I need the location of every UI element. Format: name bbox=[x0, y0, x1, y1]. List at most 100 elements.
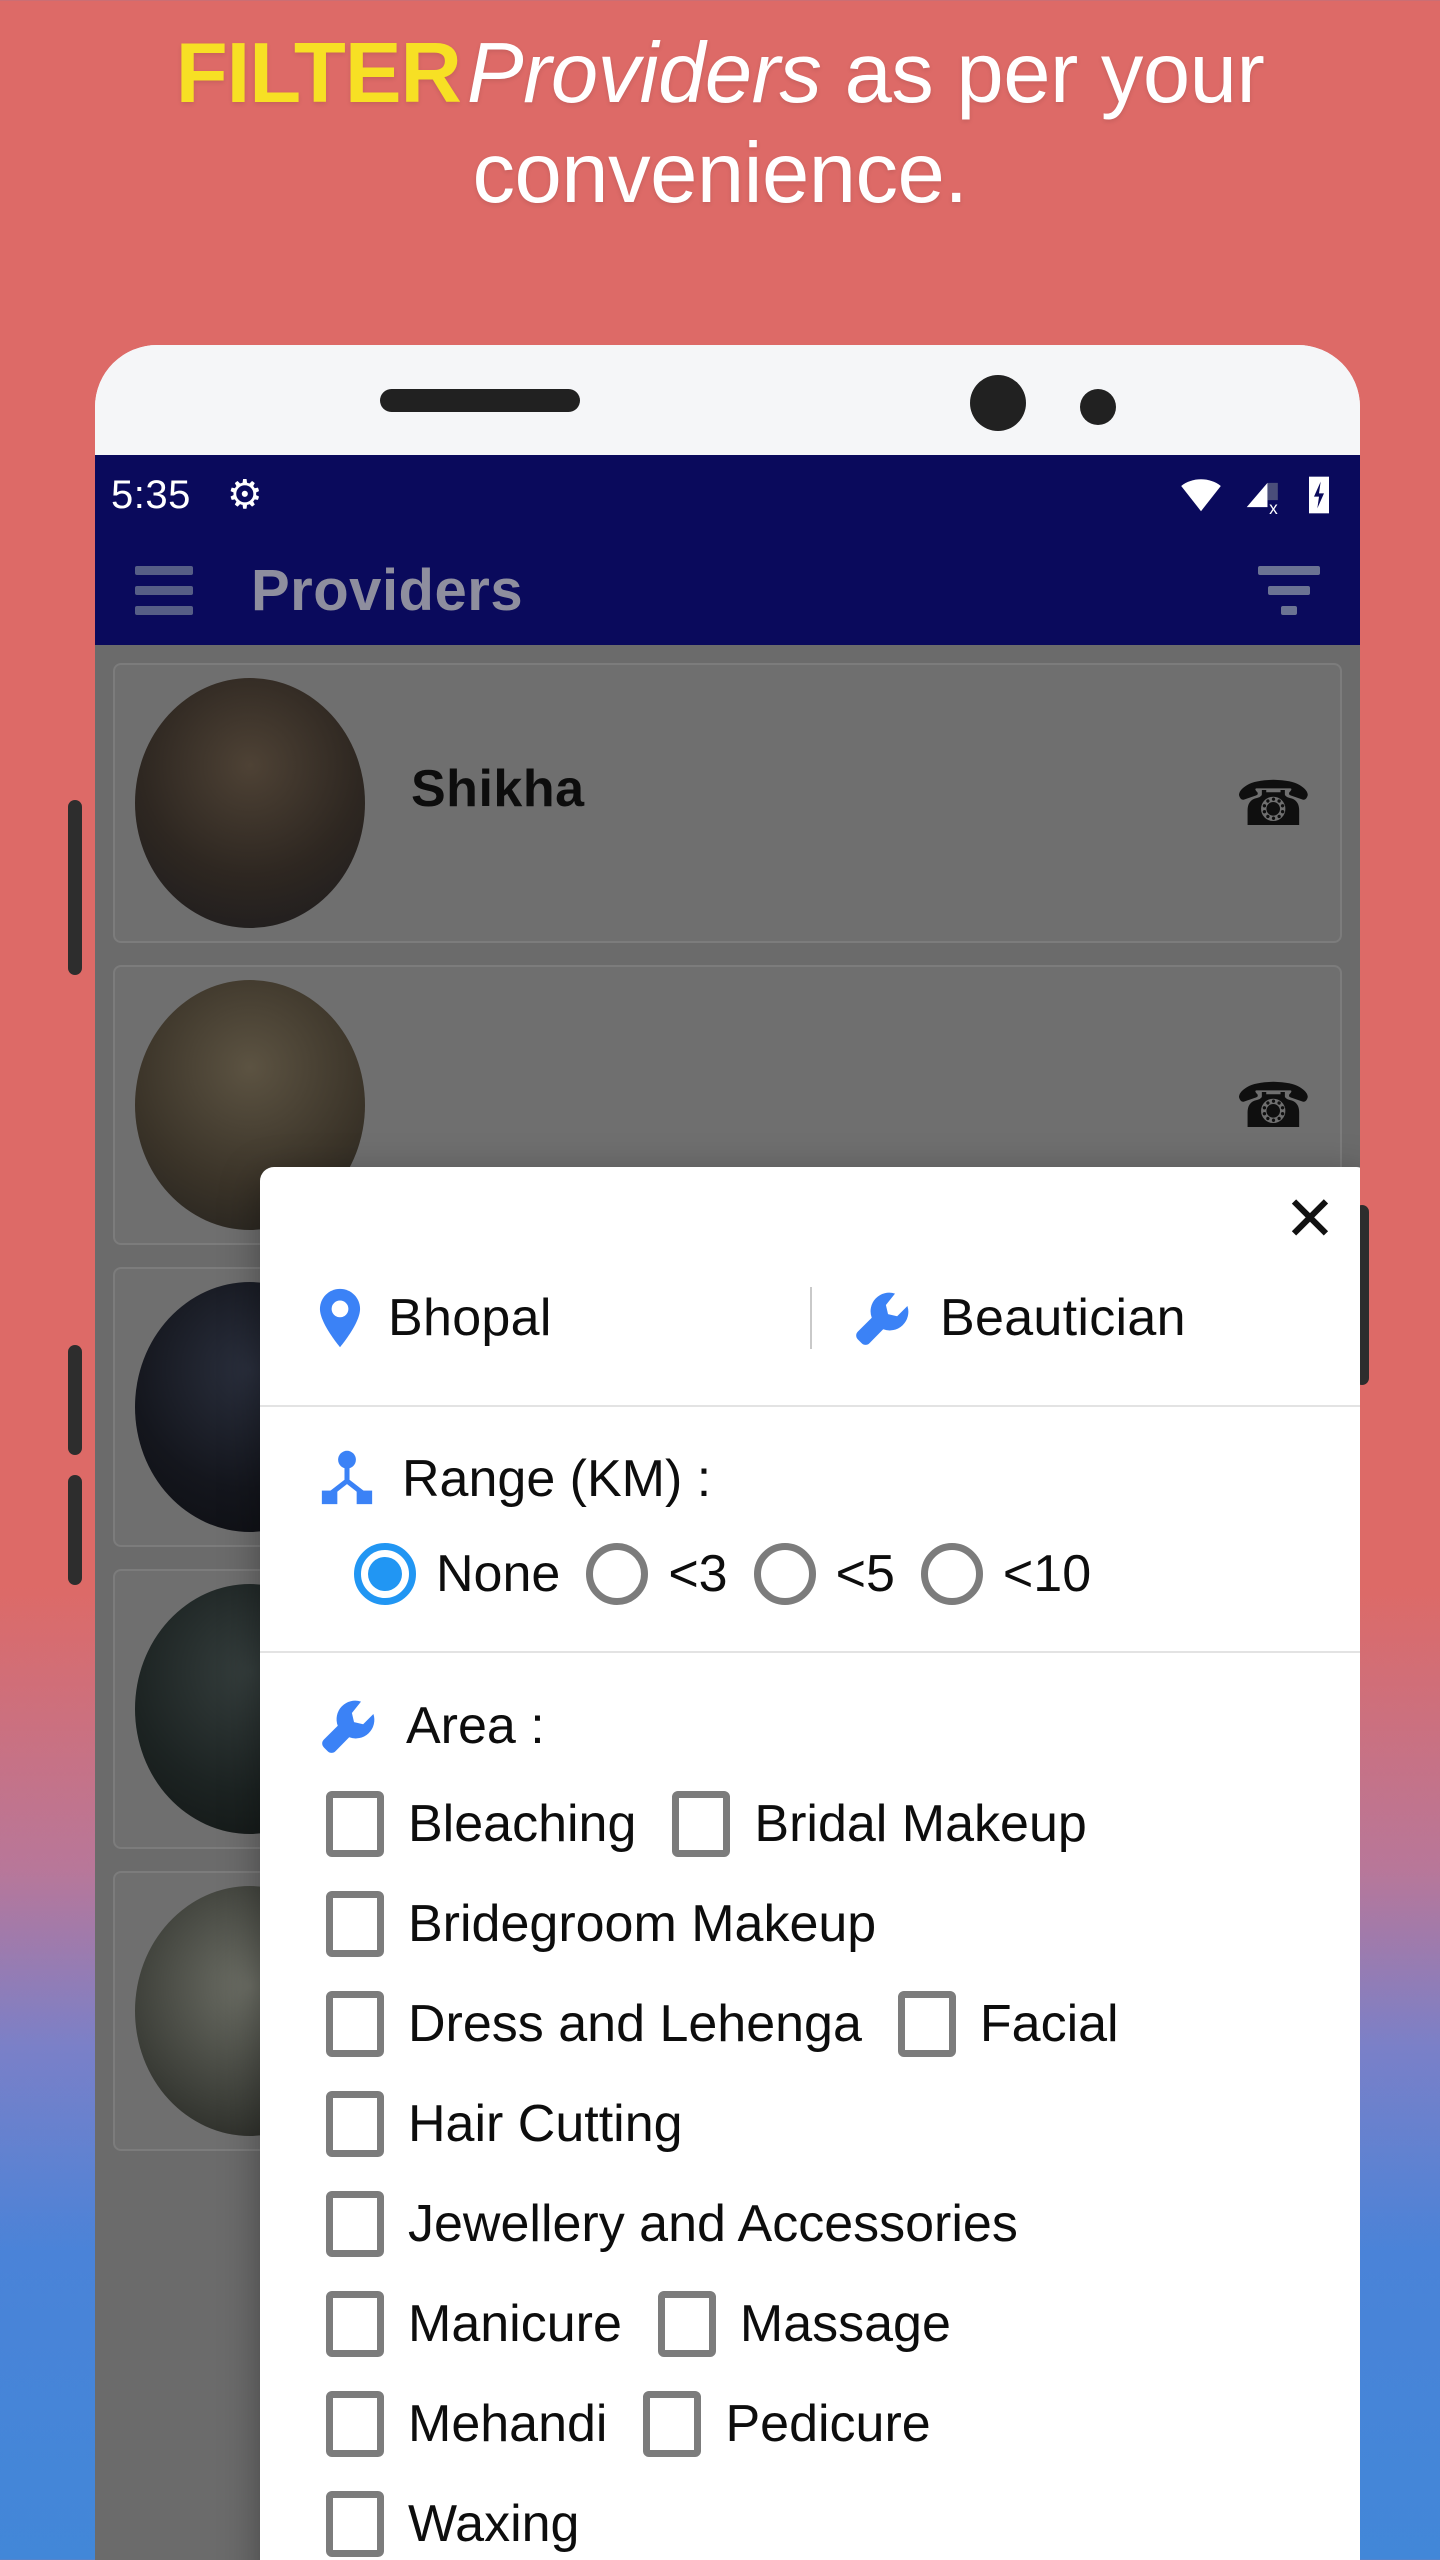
checkbox-row: Bridegroom Makeup bbox=[326, 1891, 1312, 1957]
checkbox-item-jewellery-and-accessories[interactable]: Jewellery and Accessories bbox=[326, 2191, 1018, 2257]
location-value: Bhopal bbox=[388, 1289, 552, 1347]
headline-emphasis: Providers bbox=[466, 26, 822, 121]
wrench-icon bbox=[856, 1292, 909, 1345]
phone-speaker bbox=[380, 389, 580, 412]
checkbox-item-bridegroom-makeup[interactable]: Bridegroom Makeup bbox=[326, 1891, 876, 1957]
range-title-row: Range (KM) : bbox=[318, 1449, 1312, 1509]
radio-label-lt10: <10 bbox=[1002, 1545, 1092, 1603]
category-field[interactable]: Beautician bbox=[810, 1287, 1360, 1349]
phone-side-button-3 bbox=[68, 1475, 82, 1585]
filter-icon[interactable] bbox=[1258, 565, 1320, 615]
page-headline: FILTERProviders as per your convenience. bbox=[0, 24, 1440, 225]
call-icon[interactable]: ☎ bbox=[1235, 1069, 1312, 1142]
checkbox-label: Manicure bbox=[408, 2295, 622, 2353]
area-title: Area : bbox=[406, 1697, 545, 1755]
checkbox-row: Dress and Lehenga Facial bbox=[326, 1991, 1312, 2057]
checkbox-label: Jewellery and Accessories bbox=[408, 2195, 1018, 2253]
area-section: Area : Bleaching Bridal Makeup Bridegroo… bbox=[260, 1653, 1360, 2560]
signal-no-sim-icon: x bbox=[1246, 482, 1278, 514]
radio-label-lt5: <5 bbox=[835, 1545, 895, 1603]
headline-keyword: FILTER bbox=[175, 26, 462, 121]
radio-none[interactable] bbox=[354, 1543, 416, 1605]
checkbox-row: Hair Cutting bbox=[326, 2091, 1312, 2157]
checkbox-icon[interactable] bbox=[326, 2091, 384, 2157]
status-bar-indicators: x bbox=[1178, 475, 1334, 515]
front-sensor-icon bbox=[1080, 389, 1116, 425]
provider-name: Shikha bbox=[411, 760, 585, 818]
headline-rest: as per your bbox=[821, 26, 1265, 121]
wifi-icon bbox=[1181, 479, 1221, 512]
checkbox-item-pedicure[interactable]: Pedicure bbox=[643, 2391, 931, 2457]
checkbox-icon[interactable] bbox=[657, 2291, 716, 2357]
checkbox-label: Bridal Makeup bbox=[754, 1795, 1087, 1853]
checkbox-item-hair-cutting[interactable]: Hair Cutting bbox=[326, 2091, 683, 2157]
wrench-icon bbox=[322, 1700, 375, 1753]
checkbox-label: Dress and Lehenga bbox=[408, 1995, 862, 2053]
checkbox-label: Facial bbox=[979, 1995, 1119, 2053]
checkbox-row: Jewellery and Accessories bbox=[326, 2191, 1312, 2257]
checkbox-icon[interactable] bbox=[672, 1791, 731, 1857]
checkbox-item-bridal-makeup[interactable]: Bridal Makeup bbox=[672, 1791, 1087, 1857]
status-bar: 5:35 ⚙ x bbox=[95, 455, 1360, 535]
checkbox-icon[interactable] bbox=[326, 2191, 384, 2257]
checkbox-icon[interactable] bbox=[326, 2391, 384, 2457]
checkbox-item-manicure[interactable]: Manicure bbox=[326, 2291, 622, 2357]
area-checkbox-list: Bleaching Bridal Makeup Bridegroom Makeu… bbox=[318, 1791, 1312, 2557]
location-pin-icon bbox=[319, 1288, 361, 1348]
close-icon[interactable]: ✕ bbox=[1284, 1189, 1336, 1251]
range-title: Range (KM) : bbox=[402, 1450, 712, 1508]
checkbox-row: Bleaching Bridal Makeup bbox=[326, 1791, 1312, 1857]
hamburger-menu-icon[interactable] bbox=[135, 565, 193, 615]
checkbox-label: Bleaching bbox=[408, 1795, 637, 1853]
filter-dialog: ✕ Bhopal Beautician Range (KM): None <3… bbox=[260, 1167, 1360, 2560]
svg-text:x: x bbox=[1269, 498, 1278, 514]
checkbox-item-bleaching[interactable]: Bleaching bbox=[326, 1791, 636, 1857]
checkbox-label: Pedicure bbox=[725, 2395, 931, 2453]
checkbox-item-mehandi[interactable]: Mehandi bbox=[326, 2391, 607, 2457]
radio-lt5[interactable] bbox=[753, 1543, 816, 1605]
area-title-row: Area : bbox=[318, 1695, 1312, 1757]
checkbox-item-facial[interactable]: Facial bbox=[897, 1991, 1119, 2057]
phone-volume-button bbox=[68, 800, 82, 975]
radio-label-lt3: <3 bbox=[668, 1545, 728, 1603]
radio-label-none: None bbox=[436, 1545, 561, 1603]
checkbox-icon[interactable] bbox=[326, 1891, 384, 1957]
checkbox-row: Mehandi Pedicure bbox=[326, 2391, 1312, 2457]
page-title: Providers bbox=[251, 557, 524, 623]
checkbox-icon[interactable] bbox=[326, 2291, 384, 2357]
checkbox-label: Hair Cutting bbox=[408, 2095, 683, 2153]
gear-icon: ⚙ bbox=[226, 473, 263, 517]
checkbox-label: Massage bbox=[739, 2295, 951, 2353]
headline-line2: convenience. bbox=[472, 126, 968, 222]
checkbox-row: Manicure Massage bbox=[326, 2291, 1312, 2357]
call-icon[interactable]: ☎ bbox=[1235, 767, 1312, 840]
checkbox-item-massage[interactable]: Massage bbox=[657, 2291, 951, 2357]
avatar bbox=[135, 678, 365, 928]
checkbox-icon[interactable] bbox=[643, 2391, 702, 2457]
checkbox-icon[interactable] bbox=[326, 1991, 384, 2057]
radio-lt10[interactable] bbox=[920, 1543, 983, 1605]
checkbox-icon[interactable] bbox=[897, 1991, 956, 2057]
checkbox-label: Waxing bbox=[408, 2495, 580, 2553]
dialog-header: Bhopal Beautician bbox=[260, 1167, 1360, 1407]
range-section: Range (KM) : None <3 <5 <10 bbox=[260, 1407, 1360, 1653]
radio-lt3[interactable] bbox=[586, 1543, 649, 1605]
list-item[interactable]: Shikha ☎ bbox=[113, 663, 1342, 943]
location-field[interactable]: Bhopal bbox=[260, 1287, 810, 1349]
phone-bezel-top bbox=[95, 345, 1360, 455]
checkbox-icon[interactable] bbox=[326, 2491, 384, 2557]
checkbox-item-dress-and-lehenga[interactable]: Dress and Lehenga bbox=[326, 1991, 862, 2057]
checkbox-row: Waxing bbox=[326, 2491, 1312, 2557]
checkbox-item-waxing[interactable]: Waxing bbox=[326, 2491, 579, 2557]
range-icon bbox=[321, 1450, 373, 1505]
phone-mockup: 5:35 ⚙ x Providers Shikha ☎ ☎ ✕ Bhopal B… bbox=[95, 345, 1360, 2560]
phone-side-button-2 bbox=[68, 1345, 82, 1455]
front-camera-icon bbox=[970, 375, 1026, 431]
battery-charging-icon bbox=[1309, 476, 1329, 514]
checkbox-label: Bridegroom Makeup bbox=[408, 1895, 877, 1953]
status-bar-time: 5:35 bbox=[111, 472, 191, 517]
range-options: None <3 <5 <10 bbox=[318, 1543, 1312, 1605]
checkbox-icon[interactable] bbox=[326, 1791, 384, 1857]
checkbox-label: Mehandi bbox=[408, 2395, 608, 2453]
category-value: Beautician bbox=[940, 1289, 1186, 1347]
